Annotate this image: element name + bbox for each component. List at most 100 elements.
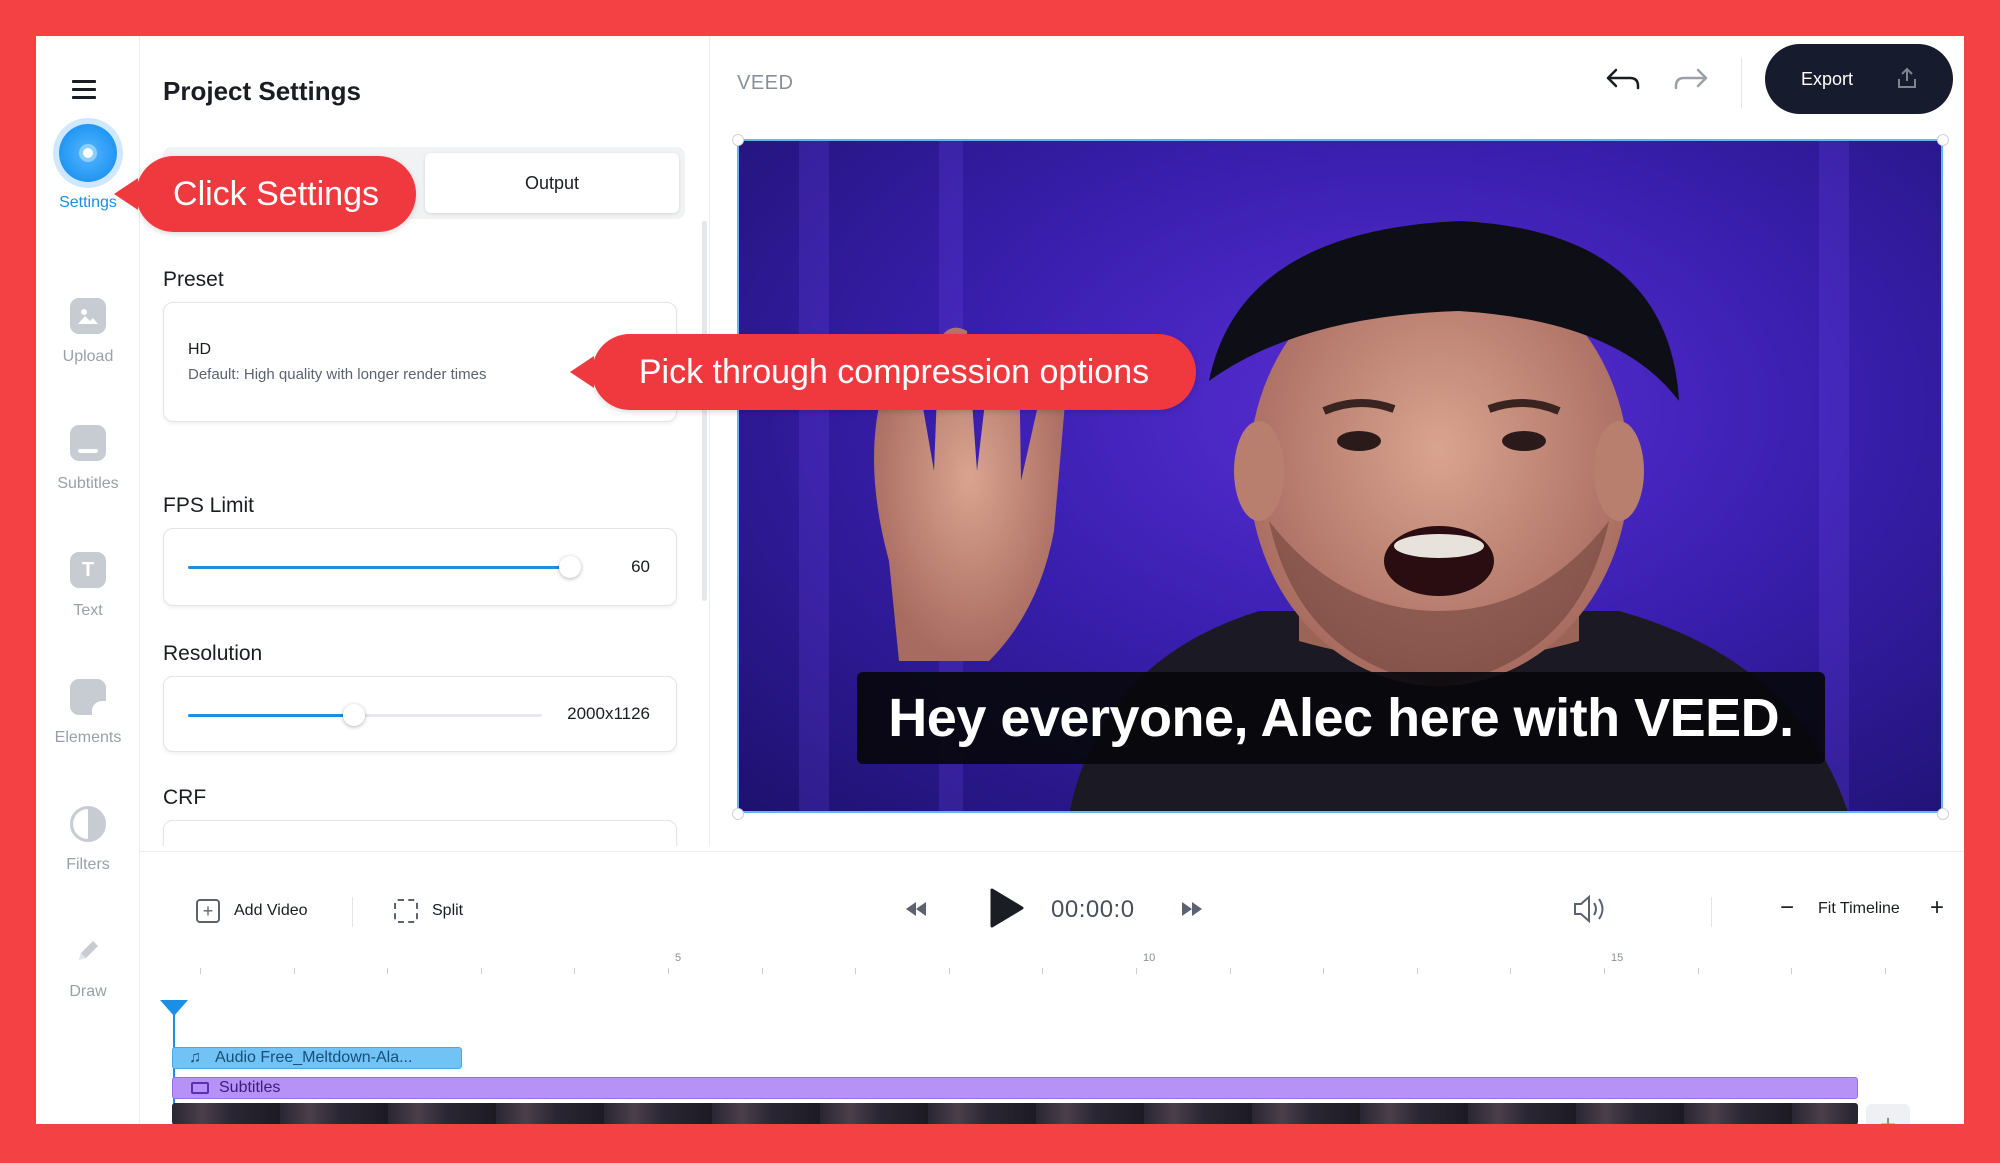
nav-label: Draw	[69, 983, 107, 1000]
fps-slider-thumb[interactable]	[559, 556, 582, 578]
nav-item-elements[interactable]: Elements	[36, 679, 140, 747]
callout-click-settings: Click Settings	[114, 156, 416, 232]
resize-handle[interactable]	[732, 808, 744, 820]
resolution-slider-thumb[interactable]	[343, 704, 366, 726]
play-icon[interactable]	[988, 886, 1024, 935]
preset-name: HD	[188, 341, 212, 358]
subtitles-icon	[191, 1082, 209, 1094]
timeline: + Add Video Split 00:00:0 − Fit Timeline…	[140, 851, 1964, 1124]
ruler-label: 5	[675, 952, 682, 964]
pencil-icon	[70, 933, 106, 969]
audio-track-label: Audio Free_Meltdown-Ala...	[215, 1049, 413, 1066]
toolbar-divider	[352, 897, 353, 927]
redo-icon[interactable]	[1672, 64, 1712, 100]
resolution-value: 2000x1126	[567, 704, 650, 723]
panel-scrollbar[interactable]	[702, 221, 707, 601]
nav-item-draw[interactable]: Draw	[36, 933, 140, 1001]
undo-icon[interactable]	[1602, 64, 1642, 100]
tab-output[interactable]: Output	[425, 153, 679, 213]
page-title: Project Settings	[163, 76, 361, 106]
split-icon	[394, 899, 418, 923]
elements-icon	[70, 679, 106, 715]
nav-item-text[interactable]: T Text	[36, 552, 140, 620]
ruler-tick	[387, 968, 389, 974]
callout-compression: Pick through compression options	[570, 334, 1196, 410]
toolbar-divider	[1711, 897, 1712, 927]
ruler-tick	[761, 968, 763, 974]
volume-icon[interactable]	[1572, 894, 1608, 929]
ruler-tick	[1791, 968, 1793, 974]
subtitle-caption[interactable]: Hey everyone, Alec here with VEED.	[857, 672, 1825, 764]
ruler-label: 15	[1611, 952, 1624, 964]
fps-value: 60	[631, 557, 650, 576]
ruler-tick	[1323, 968, 1325, 974]
fps-limit-card: 60	[163, 528, 677, 606]
export-button[interactable]: Export	[1765, 44, 1953, 114]
fps-limit-label: FPS Limit	[163, 494, 255, 517]
time-display: 00:00:0	[1051, 896, 1135, 923]
preset-description: Default: High quality with longer render…	[188, 366, 487, 383]
ruler-tick	[668, 968, 669, 974]
export-label: Export	[1801, 68, 1854, 89]
resize-handle[interactable]	[1937, 134, 1949, 146]
add-video-button[interactable]: + Add Video	[196, 899, 308, 923]
nav-item-subtitles[interactable]: Subtitles	[36, 425, 140, 493]
fit-timeline-button[interactable]: Fit Timeline	[1818, 900, 1900, 918]
nav-label: Text	[73, 602, 103, 619]
image-icon	[70, 298, 106, 334]
ruler-tick	[1697, 968, 1699, 974]
split-label: Split	[432, 902, 464, 919]
zoom-out-button[interactable]: −	[1780, 894, 1794, 922]
video-track-clip[interactable]	[172, 1103, 1858, 1124]
zoom-in-button[interactable]: +	[1930, 894, 1944, 922]
ruler-tick	[574, 968, 576, 974]
ruler-tick	[1884, 968, 1886, 974]
resolution-card: 2000x1126	[163, 676, 677, 752]
resize-handle[interactable]	[1937, 808, 1949, 820]
video-preview[interactable]: Hey everyone, Alec here with VEED.	[737, 139, 1943, 813]
resolution-slider[interactable]	[188, 704, 542, 726]
nav-item-upload[interactable]: Upload	[36, 298, 140, 366]
upload-icon	[1897, 67, 1917, 89]
ruler-tick	[1136, 968, 1137, 974]
ruler-label: 10	[1143, 952, 1156, 964]
crf-label: CRF	[163, 786, 207, 809]
fast-forward-icon[interactable]	[1180, 898, 1204, 925]
ruler-tick	[948, 968, 950, 974]
timeline-ruler[interactable]: 5 10 15	[170, 952, 1890, 982]
filters-icon	[70, 806, 106, 842]
topbar-divider	[1741, 58, 1742, 108]
audio-track-clip[interactable]: ♫ Audio Free_Meltdown-Ala...	[172, 1047, 462, 1069]
menu-icon[interactable]	[72, 80, 96, 99]
subtitles-track-clip[interactable]: Subtitles	[172, 1077, 1858, 1099]
ruler-tick	[1604, 968, 1605, 974]
preset-label: Preset	[163, 268, 224, 291]
nav-item-filters[interactable]: Filters	[36, 806, 140, 874]
subtitles-track-label: Subtitles	[219, 1079, 281, 1096]
ruler-tick	[200, 968, 201, 974]
add-video-label: Add Video	[234, 902, 308, 919]
resolution-slider-fill	[188, 714, 355, 717]
ruler-tick	[1510, 968, 1512, 974]
fps-slider[interactable]	[188, 556, 582, 578]
text-icon: T	[70, 552, 106, 588]
ruler-tick	[855, 968, 857, 974]
ruler-tick	[1042, 968, 1044, 974]
ruler-tick	[293, 968, 295, 974]
ruler-tick	[480, 968, 482, 974]
fps-slider-fill	[188, 566, 571, 569]
ruler-tick	[1416, 968, 1418, 974]
settings-icon	[59, 124, 117, 182]
split-button[interactable]: Split	[394, 899, 463, 923]
ruler-tick	[1229, 968, 1231, 974]
add-track-button[interactable]: +	[1866, 1104, 1910, 1124]
rewind-icon[interactable]	[904, 898, 928, 925]
resize-handle[interactable]	[732, 134, 744, 146]
nav-label: Elements	[54, 729, 122, 746]
playhead[interactable]	[160, 1000, 188, 1016]
crf-card[interactable]	[163, 820, 677, 846]
nav-label: Filters	[66, 856, 110, 873]
nav-label: Subtitles	[57, 475, 119, 492]
plus-icon: +	[196, 899, 220, 923]
resolution-label: Resolution	[163, 642, 263, 665]
